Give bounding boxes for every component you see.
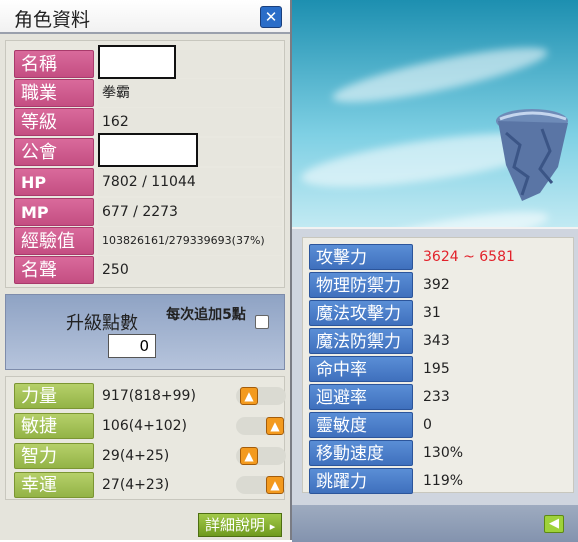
mdef-label: 魔法防禦力 (309, 328, 413, 354)
guild-redacted-box (98, 133, 198, 167)
detail-row-jump: 跳躍力 119% (309, 468, 573, 494)
mp-value: 677 / 2273 (98, 198, 282, 226)
guild-value (98, 133, 282, 167)
info-row-mp: MP 677 / 2273 (14, 198, 286, 226)
level-label: 等級 (14, 108, 94, 136)
info-row-job: 職業 拳霸 (14, 79, 286, 107)
jump-label: 跳躍力 (309, 468, 413, 494)
hp-label: HP (14, 168, 94, 196)
detail-window: 攻擊力 3624 ~ 6581 物理防禦力 392 魔法攻擊力 31 魔法防禦力… (292, 227, 578, 542)
detail-button-label: 詳細說明 (205, 516, 266, 534)
info-row-guild: 公會 (14, 133, 286, 167)
dex-up-arrow-icon[interactable]: ▲ (266, 417, 284, 435)
mdef-value: 343 (423, 333, 450, 349)
character-info-panel: 名稱 職業 拳霸 等級 162 公會 HP 7802 / 11044 MP 67… (5, 40, 285, 288)
stat-row-luk: 幸運 27(4+23) ▲ (14, 472, 286, 498)
name-redacted-box (98, 45, 176, 79)
level-value: 162 (98, 108, 282, 136)
avoid-value: 233 (423, 389, 450, 405)
speed-value: 130% (423, 445, 464, 461)
accuracy-label: 命中率 (309, 356, 413, 382)
jump-value: 119% (423, 473, 464, 489)
attack-value: 3624 ~ 6581 (423, 249, 515, 265)
fame-value: 250 (98, 256, 282, 284)
auto-assign-label: 每次追加5點 (166, 307, 246, 323)
detail-row-hands: 靈敏度 0 (309, 412, 573, 438)
detail-row-matk: 魔法攻擊力 31 (309, 300, 573, 326)
pdef-value: 392 (423, 277, 450, 293)
ap-label: 升級點數 (66, 313, 138, 334)
mp-label: MP (14, 198, 94, 226)
name-value (98, 45, 282, 79)
info-row-level: 等級 162 (14, 108, 286, 136)
job-label: 職業 (14, 79, 94, 107)
exp-label: 經驗值 (14, 227, 94, 255)
info-row-exp: 經驗值 103826161/279339693(37%) (14, 227, 286, 255)
name-label: 名稱 (14, 50, 94, 78)
ability-point-panel: 升級點數 0 每次追加5點 (5, 294, 285, 370)
stat-row-int: 智力 29(4+25) ▲ (14, 443, 286, 469)
guild-label: 公會 (14, 138, 94, 166)
pdef-label: 物理防禦力 (309, 272, 413, 298)
detail-row-avoid: 迴避率 233 (309, 384, 573, 410)
stat-row-str: 力量 917(818+99) ▲ (14, 383, 286, 409)
auto-assign-checkbox[interactable] (255, 315, 269, 329)
detail-row-mdef: 魔法防禦力 343 (309, 328, 573, 354)
back-arrow-icon[interactable]: ◀ (544, 515, 564, 533)
info-row-fame: 名聲 250 (14, 256, 286, 284)
job-value: 拳霸 (98, 79, 282, 107)
title-bar[interactable]: 角色資料 ✕ (0, 0, 290, 34)
chevron-right-icon: ▸ (269, 520, 276, 533)
luk-label: 幸運 (14, 472, 94, 498)
stat-row-dex: 敏捷 106(4+102) ▲ (14, 413, 286, 439)
avoid-label: 迴避率 (309, 384, 413, 410)
hands-label: 靈敏度 (309, 412, 413, 438)
detail-panel: 攻擊力 3624 ~ 6581 物理防禦力 392 魔法攻擊力 31 魔法防禦力… (302, 237, 574, 494)
attack-label: 攻擊力 (309, 244, 413, 270)
info-row-hp: HP 7802 / 11044 (14, 168, 286, 196)
accuracy-value: 195 (423, 361, 450, 377)
detail-row-pdef: 物理防禦力 392 (309, 272, 573, 298)
matk-value: 31 (423, 305, 441, 321)
speed-label: 移動速度 (309, 440, 413, 466)
fame-label: 名聲 (14, 256, 94, 284)
detail-row-speed: 移動速度 130% (309, 440, 573, 466)
luk-up-arrow-icon[interactable]: ▲ (266, 476, 284, 494)
int-up-arrow-icon[interactable]: ▲ (240, 447, 258, 465)
close-icon[interactable]: ✕ (260, 6, 282, 28)
character-info-window: 角色資料 ✕ 名稱 職業 拳霸 等級 162 公會 HP 7802 / 1104… (0, 0, 292, 540)
str-label: 力量 (14, 383, 94, 409)
str-up-arrow-icon[interactable]: ▲ (240, 387, 258, 405)
detail-button[interactable]: 詳細說明 ▸ (198, 513, 282, 537)
detail-footer: ◀ (292, 505, 578, 542)
info-row-name: 名稱 (14, 45, 286, 79)
dex-label: 敏捷 (14, 413, 94, 439)
hands-value: 0 (423, 417, 432, 433)
floating-rock-icon (496, 109, 568, 201)
matk-label: 魔法攻擊力 (309, 300, 413, 326)
window-title: 角色資料 (14, 9, 91, 31)
hp-value: 7802 / 11044 (98, 168, 282, 196)
detail-row-attack: 攻擊力 3624 ~ 6581 (309, 244, 573, 270)
ap-value: 0 (108, 334, 156, 358)
exp-value: 103826161/279339693(37%) (98, 227, 282, 255)
detail-row-accuracy: 命中率 195 (309, 356, 573, 382)
int-label: 智力 (14, 443, 94, 469)
stat-panel: 力量 917(818+99) ▲ 敏捷 106(4+102) ▲ 智力 29(4… (5, 376, 286, 500)
